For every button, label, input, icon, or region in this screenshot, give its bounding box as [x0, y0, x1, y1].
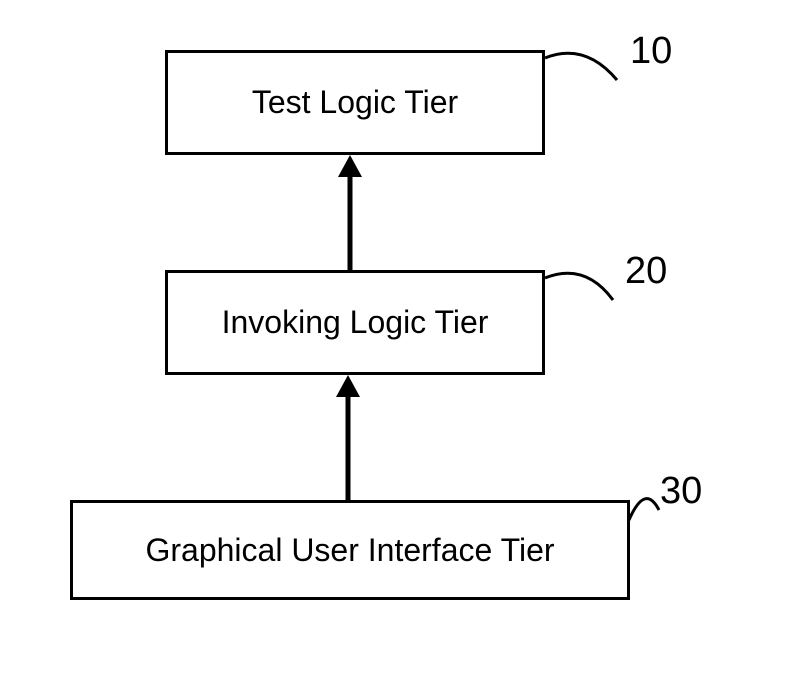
curve-to-10	[545, 40, 635, 100]
tier-box-10: Test Logic Tier	[165, 50, 545, 155]
tier-box-30: Graphical User Interface Tier	[70, 500, 630, 600]
curve-to-30	[599, 480, 669, 535]
arrow-20-to-10	[330, 155, 370, 270]
tier-10-text: Test Logic Tier	[252, 84, 458, 121]
tier-box-20: Invoking Logic Tier	[165, 270, 545, 375]
label-number-10: 10	[630, 30, 672, 73]
tier-diagram: Test Logic Tier Invoking Logic Tier Grap…	[0, 0, 791, 675]
tier-30-text: Graphical User Interface Tier	[145, 532, 554, 569]
curve-to-20	[545, 260, 630, 320]
arrow-30-to-20	[328, 375, 368, 500]
tier-20-text: Invoking Logic Tier	[222, 304, 489, 341]
label-number-20: 20	[625, 250, 667, 293]
